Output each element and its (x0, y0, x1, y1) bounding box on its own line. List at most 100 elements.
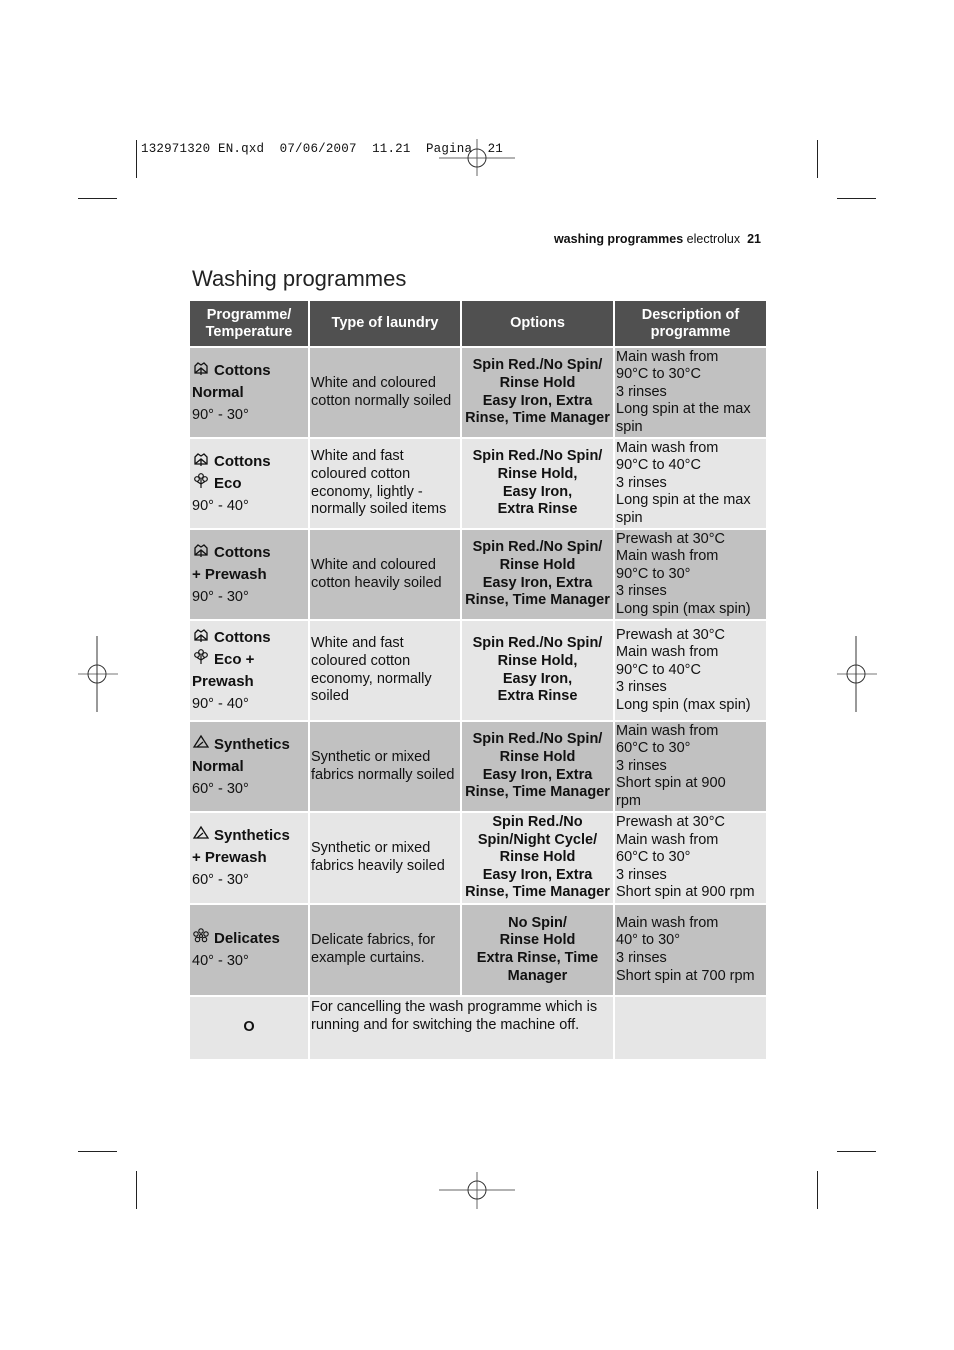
option-line: Rinse Hold, (497, 465, 578, 482)
description-line: Long spin (max spin) (616, 696, 751, 713)
description-line: Short spin at 900 (616, 775, 726, 792)
programme-name-text: Eco (214, 474, 242, 492)
table-row-off: O For cancelling the wash programme which… (190, 997, 766, 1059)
slug-page-label: Pagina (425, 142, 473, 156)
column-header-laundry: Type of laundry (310, 301, 460, 346)
programme-name-text: Cottons (214, 628, 271, 646)
programme-name-text: Cottons (214, 543, 271, 561)
description-line: Main wash from (616, 722, 719, 739)
programme-name: + Prewash (192, 847, 307, 869)
programme-name: Normal (192, 756, 307, 778)
option-line: Easy Iron, Extra (482, 766, 593, 783)
description-cell: Main wash from 60°C to 30° 3 rinses Short s… (615, 722, 766, 811)
table-row: Synthetics + Prewash 60° - 30° Synthetic or… (190, 813, 766, 903)
registration-mark-icon (78, 636, 118, 712)
programme-name-text: Synthetics (214, 735, 290, 753)
description-line: Prewash at 30°C (616, 530, 725, 547)
option-line: Spin Red./No Spin/ (472, 635, 603, 652)
programme-cell: Delicates 40° - 30° (190, 905, 308, 995)
description-line: 90°C to 40°C (616, 457, 701, 474)
running-header: washing programmes electrolux 21 (554, 232, 761, 246)
description-line: Prewash at 30°C (616, 814, 725, 831)
description-cell: Main wash from 40° to 30° 3 rinses Short sp… (615, 905, 766, 995)
description-line: Main wash from (616, 831, 719, 848)
description-line: 60°C to 30° (616, 849, 691, 866)
description-line: spin (616, 418, 643, 435)
cotton-icon (192, 627, 210, 643)
crop-mark (136, 1171, 137, 1209)
programme-name-text: Cottons (214, 361, 271, 379)
table-row: Cottons + Prewash 90° - 30° White and colou… (190, 530, 766, 619)
programme-name: Prewash (192, 671, 307, 693)
programme-name: + Prewash (192, 564, 307, 586)
description-line: 3 rinses (616, 679, 667, 696)
description-cell: Main wash from 90°C to 30°C 3 rinses Long s… (615, 348, 766, 437)
option-line: Easy Iron, Extra (482, 392, 593, 409)
programme-name-text: Eco + (214, 650, 255, 668)
description-line: Main wash from (616, 644, 719, 661)
registration-mark-icon (837, 636, 877, 712)
laundry-type-cell: Synthetic or mixed fabrics heavily soile… (310, 813, 460, 903)
description-line: 3 rinses (616, 583, 667, 600)
eco-icon (192, 472, 210, 489)
option-line: Rinse Hold, (497, 652, 578, 669)
page-title: Washing programmes (192, 266, 407, 291)
crop-mark (78, 1151, 117, 1152)
option-line: Rinse Hold (499, 374, 576, 391)
programme-name: Cottons (192, 360, 307, 382)
running-header-page: 21 (747, 232, 761, 246)
description-line: 3 rinses (616, 757, 667, 774)
programme-temperature: 90° - 30° (192, 406, 249, 423)
option-line: Spin/Night Cycle/ (477, 831, 598, 848)
programme-cell: Cottons Normal 90° - 30° (190, 348, 308, 437)
description-cell: Prewash at 30°C Main wash from 60°C to 30°… (615, 813, 766, 903)
table-row: Cottons Eco 90° - 40° White and fast colour… (190, 439, 766, 528)
cotton-icon (192, 451, 210, 467)
table-row: Synthetics Normal 60° - 30° Synthetic or mi… (190, 722, 766, 811)
programme-name-text: Prewash (192, 672, 254, 690)
laundry-type-cell: Delicate fabrics, for example curtains. (310, 905, 460, 995)
option-line: Spin Red./No Spin/ (472, 357, 603, 374)
running-header-brand: electrolux (686, 232, 741, 246)
option-line: Extra Rinse (497, 501, 578, 518)
programme-name: Cottons (192, 451, 307, 473)
option-line: Spin Red./No Spin/ (472, 731, 603, 748)
options-cell: Spin Red./No Spin/Night Cycle/Rinse Hold E… (462, 813, 613, 903)
programme-cell: Synthetics Normal 60° - 30° (190, 722, 308, 811)
off-description: For cancelling the wash programme which … (310, 997, 613, 1059)
laundry-type-cell: White and coloured cotton heavily soiled (310, 530, 460, 619)
description-line: Short spin at 900 rpm (616, 884, 755, 901)
option-line: Rinse, Time Manager (465, 592, 610, 609)
description-cell: Main wash from 90°C to 40°C 3 rinses Long s… (615, 439, 766, 528)
option-line: Easy Iron, Extra (482, 574, 593, 591)
crop-mark (817, 1171, 818, 1209)
options-cell: No Spin/Rinse Hold Extra Rinse, Time Manag… (462, 905, 613, 995)
options-cell: Spin Red./No Spin/Rinse Hold, Easy Iron, E… (462, 621, 613, 720)
option-line: Rinse, Time Manager (465, 884, 610, 901)
table-row: Cottons Normal 90° - 30° White and coloured… (190, 348, 766, 437)
column-header-description: Description of programme (615, 301, 766, 346)
programme-name: Cottons (192, 542, 307, 564)
programme-name-text: Delicates (214, 930, 280, 947)
options-cell: Spin Red./No Spin/Rinse Hold Easy Iron, E… (462, 530, 613, 619)
programme-name-text: Synthetics (214, 827, 290, 844)
description-line: Main wash from (616, 914, 719, 931)
programme-cell: Cottons + Prewash 90° - 30° (190, 530, 308, 619)
programme-cell: Synthetics + Prewash 60° - 30° (190, 813, 308, 903)
programme-temperature: 90° - 30° (192, 588, 249, 605)
table-row: Delicates 40° - 30° Delicate fabrics, for … (190, 905, 766, 995)
description-line: 60°C to 30° (616, 740, 691, 757)
description-line: Short spin at 700 rpm (616, 967, 755, 984)
programme-name-text: + Prewash (192, 565, 267, 583)
programme-name: Eco + (192, 648, 307, 671)
description-line: 90°C to 30° (616, 565, 691, 582)
print-slug: 132971320 EN.qxd 07/06/2007 11.21 Pagina… (141, 142, 503, 156)
description-line: Main wash from (616, 548, 719, 565)
slug-date: 07/06/2007 (279, 142, 357, 156)
programme-name: Synthetics (192, 734, 307, 756)
slug-time: 11.21 (372, 142, 411, 156)
table-body: Cottons Normal 90° - 30° White and coloured… (190, 348, 766, 1059)
description-line: 3 rinses (616, 866, 667, 883)
description-line: 3 rinses (616, 950, 667, 966)
option-line: Easy Iron, Extra (482, 866, 593, 883)
